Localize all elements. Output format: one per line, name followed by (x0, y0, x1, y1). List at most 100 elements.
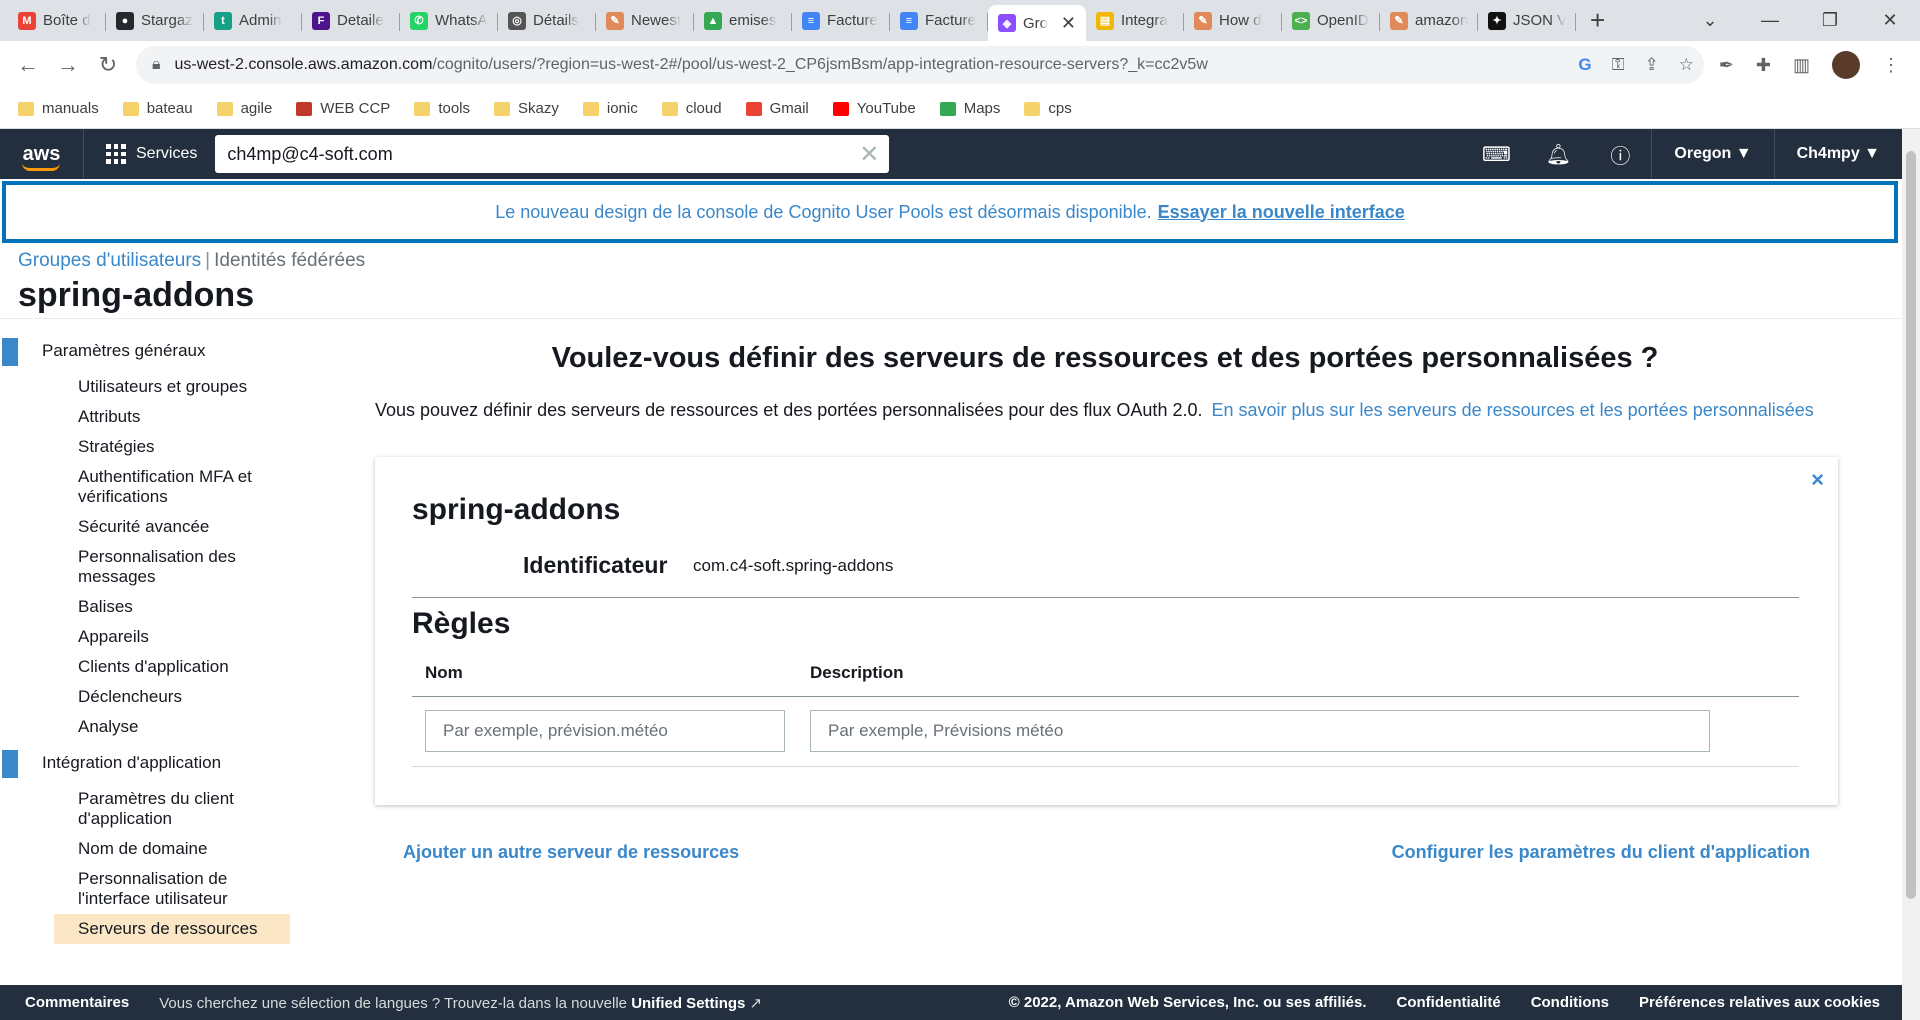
browser-tab[interactable]: <> OpenID (1282, 4, 1380, 38)
browser-tab[interactable]: ≡ Facture (890, 4, 988, 38)
browser-tab[interactable]: ● Stargaz (106, 4, 204, 38)
bookmark-item[interactable]: Maps (939, 100, 1000, 117)
tab-title: Detaile (337, 12, 384, 29)
bookmark-item[interactable]: Skazy (494, 100, 559, 117)
sidebar-section-integration[interactable]: Intégration d'application (0, 746, 300, 780)
browser-tab[interactable]: ◎ Détails (498, 4, 596, 38)
browser-tab[interactable]: ✆ WhatsA (400, 4, 498, 38)
menu-icon[interactable]: ⋮ (1882, 55, 1900, 76)
user-pools-link[interactable]: Groupes d'utilisateurs (18, 250, 201, 271)
try-new-interface-link[interactable]: Essayer la nouvelle interface (1158, 202, 1405, 223)
bookmark-item[interactable]: Gmail (745, 100, 809, 117)
bookmark-item[interactable]: WEB CCP (296, 100, 390, 117)
tab-search-chevron-icon[interactable]: ⌄ (1680, 10, 1740, 31)
new-tab-icon[interactable]: + (1590, 5, 1605, 36)
puzzle-icon[interactable]: ✚ (1756, 55, 1771, 76)
bell-icon[interactable]: 🔔︎ (1527, 142, 1589, 167)
account-dropdown[interactable]: Ch4mpy ▼ (1773, 129, 1902, 179)
minimize-icon[interactable]: — (1740, 10, 1800, 31)
search-input[interactable]: ch4mp@c4-soft.com ✕ (215, 135, 890, 173)
browser-tab[interactable]: ▲ emises (694, 4, 792, 38)
bookmark-item[interactable]: cps (1024, 100, 1072, 117)
sidebar-item[interactable]: Authentification MFA et vérifications (0, 462, 300, 512)
cookie-preferences-link[interactable]: Préférences relatives aux cookies (1639, 994, 1880, 1011)
sidebar-item[interactable]: Appareils (0, 622, 300, 652)
close-icon[interactable]: × (1811, 467, 1824, 493)
sidebar-item[interactable]: Paramètres du client d'application (0, 784, 300, 834)
url-bar[interactable]: 🔒︎ us-west-2.console.aws.amazon.com/cogn… (136, 46, 1704, 84)
scope-description-input[interactable] (810, 710, 1710, 752)
external-link-icon: ↗ (749, 994, 763, 1012)
bookmark-label: tools (438, 100, 470, 117)
restore-icon[interactable]: ❐ (1800, 10, 1860, 31)
sidebar-item[interactable]: Nom de domaine (0, 834, 300, 864)
aws-logo[interactable]: aws (0, 129, 84, 179)
bookmark-item[interactable]: agile (216, 100, 272, 117)
back-icon[interactable]: ← (8, 52, 48, 78)
bookmark-item[interactable]: YouTube (832, 100, 916, 117)
tab-title: WhatsA (435, 12, 488, 29)
clear-icon[interactable]: ✕ (859, 140, 879, 169)
browser-tab[interactable]: ✎ amazon (1380, 4, 1478, 38)
bookmark-label: ionic (606, 100, 638, 117)
sidebar-item[interactable]: Personnalisation de l'interface utilisat… (0, 864, 300, 914)
federated-identities-link[interactable]: Identités fédérées (214, 250, 365, 271)
eyedropper-icon[interactable]: ✒ (1719, 55, 1734, 76)
key-icon[interactable]: ⚿ (1612, 55, 1625, 75)
services-menu[interactable]: Services (84, 144, 215, 164)
browser-tab[interactable]: F Detaile (302, 4, 400, 38)
help-icon[interactable]: ⓘ (1589, 140, 1651, 169)
browser-tab[interactable]: ◈ Gro ✕ (988, 5, 1086, 41)
cloudshell-icon[interactable]: ⌨ (1465, 142, 1527, 167)
folder-icon (1024, 101, 1041, 116)
close-window-icon[interactable]: ✕ (1860, 10, 1920, 31)
bookmark-item[interactable]: ionic (582, 100, 638, 117)
admin-icon: t (214, 11, 232, 30)
sidebar-item[interactable]: Personnalisation des messages (0, 542, 300, 592)
sidebar-section-general[interactable]: Paramètres généraux (0, 334, 300, 368)
forward-icon[interactable]: → (48, 52, 88, 78)
bookmark-item[interactable]: cloud (661, 100, 722, 117)
sidebar-item[interactable]: Stratégies (0, 432, 300, 462)
browser-tab[interactable]: ≡ Facture (792, 4, 890, 38)
sidebar-item[interactable]: Clients d'application (0, 652, 300, 682)
profile-avatar[interactable] (1832, 51, 1860, 79)
add-resource-server-link[interactable]: Ajouter un autre serveur de ressources (403, 842, 739, 863)
bookmark-item[interactable]: bateau (122, 100, 193, 117)
feedback-link[interactable]: Commentaires (0, 994, 159, 1011)
page-scrollbar[interactable] (1902, 129, 1920, 1020)
region-label: Oregon (1674, 145, 1732, 162)
lock-icon[interactable]: 🔒︎ (152, 56, 161, 74)
sidebar-item[interactable]: Déclencheurs (0, 682, 300, 712)
tab-title: Integra (1121, 12, 1168, 29)
privacy-link[interactable]: Confidentialité (1397, 994, 1501, 1011)
star-icon[interactable]: ☆ (1679, 55, 1694, 75)
reload-icon[interactable]: ↻ (88, 52, 128, 78)
sidebar-item[interactable]: Balises (0, 592, 300, 622)
sidepanel-icon[interactable]: ▥ (1793, 55, 1810, 76)
sidebar-item[interactable]: Sécurité avancée (0, 512, 300, 542)
google-icon[interactable]: G (1578, 55, 1591, 75)
browser-tab[interactable]: ✎ Newest (596, 4, 694, 38)
browser-tab[interactable]: ▤ Integra (1086, 4, 1184, 38)
scope-name-input[interactable] (425, 710, 785, 752)
browser-tab[interactable]: t Admin (204, 4, 302, 38)
learn-more-link[interactable]: En savoir plus sur les serveurs de resso… (1212, 400, 1814, 420)
unified-settings-link[interactable]: Unified Settings (631, 995, 745, 1012)
bookmark-item[interactable]: tools (414, 100, 470, 117)
scrollbar-thumb[interactable] (1906, 151, 1916, 899)
bookmark-label: Gmail (769, 100, 809, 117)
sidebar-item[interactable]: Serveurs de ressources (54, 914, 290, 944)
bookmark-item[interactable]: manuals (18, 100, 99, 117)
browser-tab[interactable]: ✎ How d (1184, 4, 1282, 38)
close-tab-icon[interactable]: ✕ (1061, 13, 1076, 34)
sidebar-item[interactable]: Attributs (0, 402, 300, 432)
share-icon[interactable]: ⇪ (1645, 55, 1659, 75)
browser-tab[interactable]: M Boîte d (8, 4, 106, 38)
sidebar-item[interactable]: Analyse (0, 712, 300, 742)
browser-tab[interactable]: ✦ JSON V (1478, 4, 1576, 38)
region-dropdown[interactable]: Oregon ▼ (1651, 129, 1773, 179)
sidebar-item[interactable]: Utilisateurs et groupes (0, 372, 300, 402)
terms-link[interactable]: Conditions (1531, 994, 1609, 1011)
configure-app-client-link[interactable]: Configurer les paramètres du client d'ap… (1392, 842, 1810, 863)
